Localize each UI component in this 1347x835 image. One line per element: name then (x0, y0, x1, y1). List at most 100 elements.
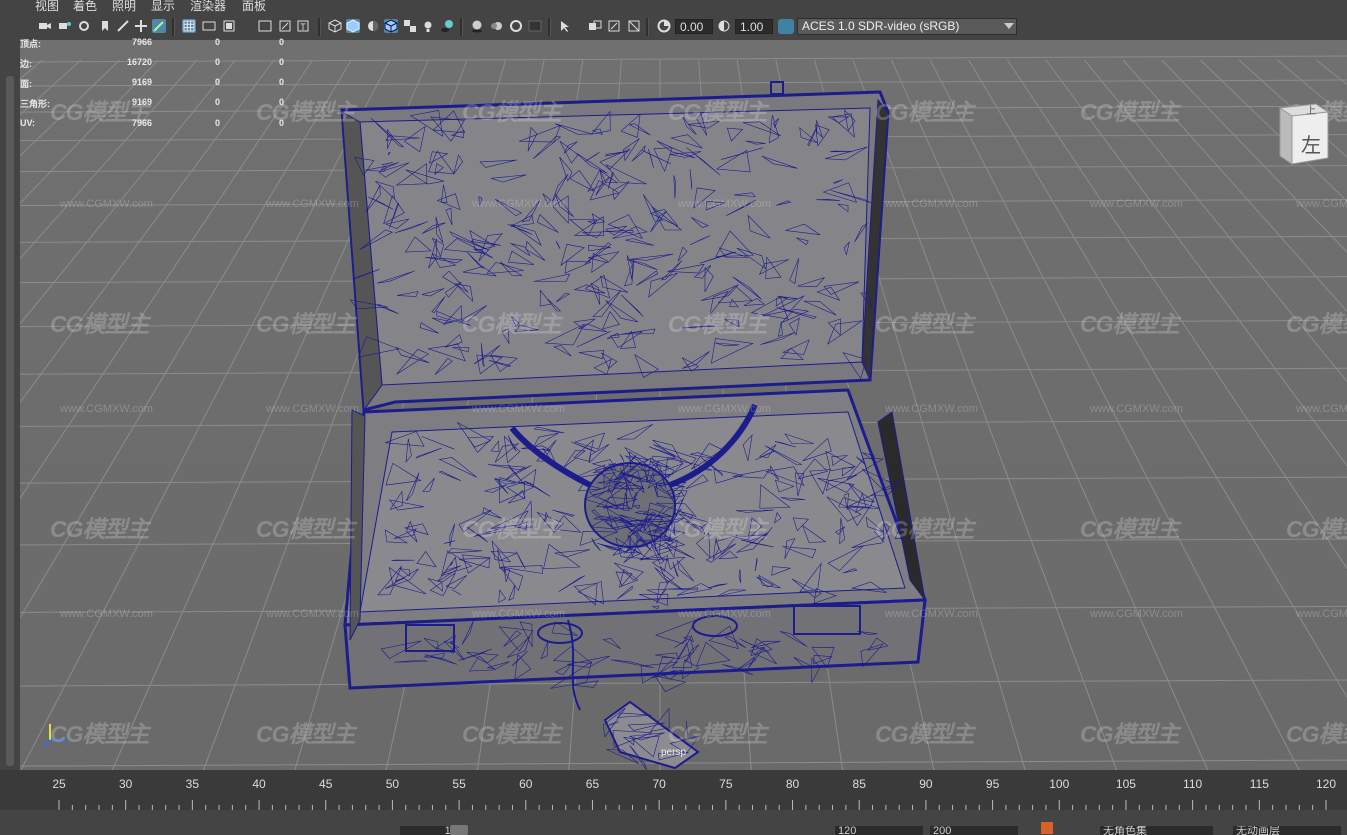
time-label: 75 (719, 777, 732, 791)
time-label: 80 (786, 777, 799, 791)
menu-show[interactable]: 显示 (151, 0, 175, 13)
isolate-select-icon[interactable] (558, 19, 572, 33)
auto-key-icon[interactable] (1041, 822, 1053, 834)
motion-blur-icon[interactable] (490, 19, 504, 33)
hud-components: 0 (264, 77, 284, 87)
xray-active-components-icon[interactable] (607, 19, 621, 33)
viewcube-top-label: 上 (1306, 105, 1316, 117)
3d-viewport[interactable]: CG模型主 CG模型主 CG模型主 CG模型主 CG模型主 CG模型主 CG模型主 CG模型主… (20, 40, 1347, 770)
watermark-logo: CG模型主 (256, 715, 355, 749)
view-transform-dropdown[interactable]: ACES 1.0 SDR-video (sRGB) (797, 18, 1017, 35)
backface-culling-icon[interactable] (627, 19, 641, 33)
watermark-url: www.CGMXW.com (60, 608, 153, 620)
select-camera-icon[interactable] (38, 19, 52, 33)
menu-panels[interactable]: 面板 (242, 0, 266, 13)
time-label: 70 (652, 777, 665, 791)
default-material-icon[interactable] (366, 19, 380, 33)
menu-renderer[interactable]: 渲染器 (190, 0, 226, 13)
camera-label: persp (661, 747, 686, 758)
xray-joints-icon[interactable] (588, 19, 602, 33)
watermark-url: www.CGMXW.com (1090, 403, 1183, 415)
watermark-url: www.CGMXW.com (1296, 198, 1347, 210)
watermark-logo: CG模型主 (462, 715, 561, 749)
watermark-url: www.CGMXW.com (1296, 608, 1347, 620)
two-d-pan-icon[interactable] (116, 19, 130, 33)
wireframe-on-shaded-icon[interactable] (384, 19, 398, 33)
watermark-url: www.CGMXW.com (1090, 608, 1183, 620)
menu-lighting[interactable]: 照明 (112, 0, 136, 13)
watermark-url: www.CGMXW.com (885, 608, 978, 620)
wireframe-icon[interactable] (328, 19, 342, 33)
watermark-logo: CG模型主 (875, 93, 974, 127)
hud-label: 边: (20, 57, 32, 70)
depth-of-field-icon[interactable] (528, 19, 542, 33)
character-set-dropdown[interactable]: 无角色集 (1100, 826, 1213, 835)
grid-toggle-icon[interactable] (182, 19, 196, 33)
film-gate-icon[interactable] (202, 19, 216, 33)
range-total-field[interactable]: 200 (930, 826, 1018, 835)
menu-view[interactable]: 视图 (35, 0, 59, 13)
time-label: 45 (319, 777, 332, 791)
separator (548, 18, 551, 36)
range-handle[interactable] (450, 825, 468, 835)
smooth-shade-icon[interactable] (346, 19, 360, 33)
image-plane-icon[interactable] (98, 19, 112, 33)
anim-layer-dropdown[interactable]: 无动画层 (1233, 826, 1341, 835)
field-chart-icon[interactable] (278, 19, 292, 33)
watermark-url: www.CGMXW.com (885, 403, 978, 415)
hud-selected: 0 (200, 118, 220, 128)
color-management-icon[interactable] (778, 19, 794, 34)
gamma-field[interactable]: 1.00 (735, 19, 773, 34)
gate-mask-icon[interactable] (258, 19, 272, 33)
grease-pencil-icon[interactable] (134, 19, 148, 33)
safe-title-icon[interactable]: T (296, 19, 310, 33)
anti-aliasing-icon[interactable] (509, 19, 523, 33)
exposure-field[interactable]: 0.00 (675, 19, 713, 34)
watermark-logo: CG模型主 (1080, 510, 1179, 544)
time-label: 65 (586, 777, 599, 791)
use-all-lights-icon[interactable] (421, 19, 435, 33)
view-transform-label: ACES 1.0 SDR-video (sRGB) (802, 19, 959, 33)
watermark-url: www.CGMXW.com (678, 608, 771, 620)
watermark-logo: CG模型主 (668, 93, 767, 127)
pencil-icon[interactable] (152, 19, 166, 33)
time-ticks (22, 800, 1337, 810)
resolution-gate-icon[interactable] (222, 19, 236, 33)
exposure-icon[interactable] (657, 19, 671, 33)
range-end-field[interactable]: 120 (835, 826, 923, 835)
watermark-logo: CG模型主 (1080, 93, 1179, 127)
watermark-logo: CG模型主 (1286, 305, 1347, 339)
shadows-icon[interactable] (440, 19, 454, 33)
time-label: 35 (186, 777, 199, 791)
watermark-url: www.CGMXW.com (678, 198, 771, 210)
watermark-logo: CG模型主 (1080, 305, 1179, 339)
chevron-down-icon (1004, 23, 1014, 29)
suitcase-mesh (342, 82, 925, 768)
watermark-url: www.CGMXW.com (472, 403, 565, 415)
separator (172, 18, 175, 36)
hud-components: 0 (264, 57, 284, 67)
screen-space-ao-icon[interactable] (470, 19, 484, 33)
watermark-logo: CG模型主 (462, 510, 561, 544)
xray-icon[interactable] (403, 19, 417, 33)
watermark-logo: CG模型主 (668, 510, 767, 544)
watermark-logo: CG模型主 (462, 93, 561, 127)
hud-selected: 0 (200, 97, 220, 107)
watermark-url: www.CGMXW.com (266, 198, 359, 210)
time-label: 115 (1250, 777, 1269, 791)
separator (646, 18, 649, 36)
hud-label: 面: (20, 77, 32, 90)
gamma-icon[interactable] (717, 19, 731, 33)
camera-attributes-icon[interactable] (58, 19, 72, 33)
viewcube-icon[interactable]: 上 左 (1276, 102, 1332, 173)
watermark-url: www.CGMXW.com (1296, 403, 1347, 415)
vertical-scrollbar[interactable] (6, 76, 14, 766)
watermark-url: www.CGMXW.com (885, 198, 978, 210)
hud-value: 9169 (92, 77, 152, 87)
bookmark-icon[interactable] (78, 19, 92, 33)
hud-selected: 0 (200, 37, 220, 47)
time-label: 50 (386, 777, 399, 791)
menu-shading[interactable]: 着色 (73, 0, 97, 13)
watermark-logo: CG模型主 (875, 510, 974, 544)
watermark-logo: CG模型主 (668, 305, 767, 339)
